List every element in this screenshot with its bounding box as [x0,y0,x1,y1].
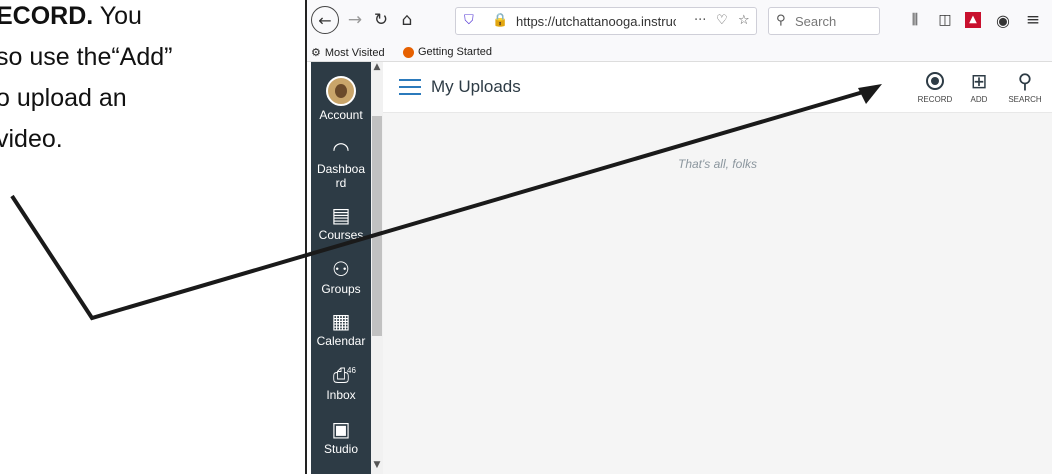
courses-icon: ▤ [331,203,351,227]
library-icon[interactable]: ⫼ [903,8,927,32]
avatar [326,76,356,106]
instruction-line-3: o upload an [0,84,127,112]
search-bar[interactable]: ⚲ Search [768,7,880,35]
forward-arrow-icon: → [347,10,363,30]
page-header: My Uploads RECORD ⊞ ADD ⚲ SEARCH [383,62,1052,113]
forward-button[interactable]: → [343,8,367,32]
search-icon: ⚲ [1017,69,1033,93]
bookmark-star-icon[interactable]: ☆ [738,13,750,28]
firefox-icon [403,46,414,58]
global-navigation: Account ◠ Dashboa rd ▤ Courses ⚇ Groups … [311,62,371,474]
menu-icon[interactable]: ≡ [1021,8,1045,32]
inbox-badge: 46 [347,366,356,375]
shield-icon[interactable]: ⛉ [464,13,474,28]
page-actions-menu[interactable]: ··· [694,13,706,28]
pocket-icon[interactable]: ♡ [716,13,728,28]
search-button[interactable]: ⚲ SEARCH [1003,70,1047,104]
nav-item-account[interactable]: Account [311,76,371,122]
calendar-icon: ▦ [331,309,351,333]
address-bar[interactable]: ⛉ 🔒 https://utchattanooga.instruc ··· ♡ … [455,7,757,35]
uploads-content: That's all, folks [383,113,1052,474]
instruction-line-2: so use the“Add” [0,43,173,71]
url-text[interactable]: https://utchattanooga.instruc [516,14,676,29]
nav-item-courses[interactable]: ▤ Courses [311,204,371,242]
empty-state-message: That's all, folks [678,157,757,171]
inbox-icon: ⎙ 46 [311,364,371,386]
add-button[interactable]: ⊞ ADD [957,70,1001,104]
sidebar-toggle-icon[interactable]: ◫ [933,8,957,32]
scroll-up-arrow[interactable]: ▲ [371,62,383,72]
instruction-line-1: ECORD. You [0,2,142,30]
record-icon [926,72,944,90]
nav-item-calendar[interactable]: ▦ Calendar [311,310,371,348]
instruction-text: ECORD. You so use the“Add” o upload an v… [0,0,300,474]
nav-item-dashboard[interactable]: ◠ Dashboa rd [311,138,371,190]
bookmark-getting-started[interactable]: Getting Started [403,46,492,58]
home-icon: ⌂ [401,10,413,30]
nav-scrollbar[interactable]: ▲ ▼ [371,62,383,474]
dashboard-icon: ◠ [332,137,350,161]
hamburger-menu-icon[interactable] [399,79,421,95]
reload-button[interactable]: ↻ [369,8,393,32]
record-button[interactable]: RECORD [913,70,957,104]
add-media-icon: ⊞ [970,69,988,93]
page-title: My Uploads [431,77,521,96]
scrollbar-thumb[interactable] [372,116,382,336]
lock-icon[interactable]: 🔒 [492,13,508,28]
canvas-app: Account ◠ Dashboa rd ▤ Courses ⚇ Groups … [307,62,1052,474]
groups-icon: ⚇ [332,257,350,281]
browser-window: ← → ↻ ⌂ ⛉ 🔒 https://utchattanooga.instru… [305,0,1052,474]
nav-item-inbox[interactable]: ⎙ 46 Inbox [311,364,371,402]
pdf-extension-icon[interactable]: ▲ [961,8,985,32]
home-button[interactable]: ⌂ [395,8,419,32]
main-area: My Uploads RECORD ⊞ ADD ⚲ SEARCH That's … [383,62,1052,474]
nav-item-studio[interactable]: ▣ Studio [311,418,371,456]
account-extension-icon[interactable]: ◉ [991,8,1015,32]
browser-toolbar: ← → ↻ ⌂ ⛉ 🔒 https://utchattanooga.instru… [307,0,1052,45]
instruction-line-4: video. [0,125,63,153]
bookmark-most-visited[interactable]: ⚙ Most Visited [311,46,385,59]
search-placeholder[interactable]: Search [795,14,836,29]
gear-icon: ⚙ [311,46,321,59]
scroll-down-arrow[interactable]: ▼ [371,460,383,470]
back-button[interactable]: ← [311,6,339,34]
nav-item-groups[interactable]: ⚇ Groups [311,258,371,296]
back-arrow-icon: ← [318,10,332,30]
reload-icon: ↻ [373,10,389,30]
studio-icon: ▣ [331,417,351,441]
bookmarks-bar: ⚙ Most Visited Getting Started [307,44,1052,62]
search-icon: ⚲ [776,13,786,28]
